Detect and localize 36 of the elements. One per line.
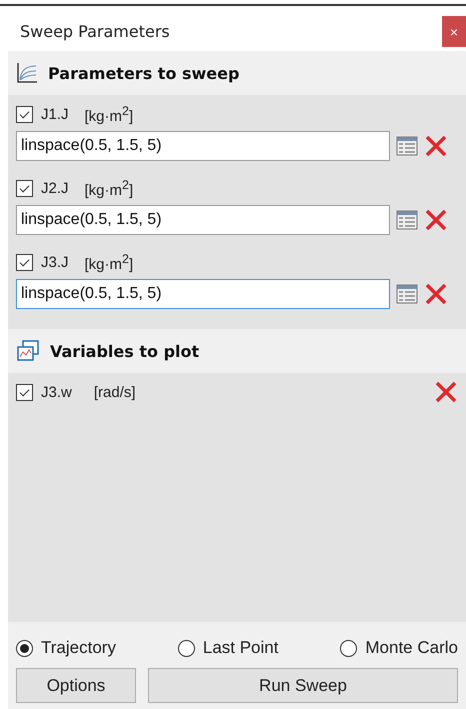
mode-radio[interactable]: Trajectory bbox=[16, 638, 116, 658]
table-icon[interactable] bbox=[396, 284, 418, 304]
value-field[interactable]: linspace(0.5, 1.5, 5) bbox=[16, 205, 390, 235]
variable-name: J3.w bbox=[41, 384, 72, 400]
checkbox[interactable] bbox=[16, 180, 33, 196]
delete-icon[interactable] bbox=[434, 380, 458, 404]
parameter-name: J2.J bbox=[41, 180, 69, 196]
parameter-name: J3.J bbox=[41, 254, 69, 270]
value-field[interactable]: linspace(0.5, 1.5, 5) bbox=[16, 279, 390, 309]
checkbox[interactable] bbox=[16, 106, 33, 122]
radio-circle[interactable] bbox=[16, 640, 33, 656]
parameter-unit: [kg·m$^{2}$] bbox=[84, 252, 134, 272]
chart-curves-icon bbox=[16, 62, 38, 84]
table-icon[interactable] bbox=[396, 210, 418, 230]
checkbox[interactable] bbox=[16, 254, 33, 270]
variable-unit: [rad/s] bbox=[94, 384, 137, 400]
plot-windows-icon bbox=[16, 340, 40, 362]
options-button[interactable]: Options bbox=[16, 668, 136, 703]
window-title: Sweep Parameters bbox=[20, 22, 170, 41]
mode-radio[interactable]: Last Point bbox=[178, 638, 278, 658]
parameter-unit: [kg·m$^{2}$] bbox=[84, 104, 134, 124]
table-icon[interactable] bbox=[396, 136, 418, 156]
radio-circle[interactable] bbox=[178, 640, 195, 656]
close-button[interactable]: × bbox=[442, 16, 466, 47]
mode-radio[interactable]: Monte Carlo bbox=[340, 638, 458, 658]
delete-icon[interactable] bbox=[424, 282, 448, 306]
delete-icon[interactable] bbox=[424, 208, 448, 232]
section-title: Parameters to sweep bbox=[48, 64, 240, 82]
section-title: Variables to plot bbox=[50, 342, 200, 360]
value-field[interactable]: linspace(0.5, 1.5, 5) bbox=[16, 131, 390, 161]
run-button[interactable]: Run Sweep bbox=[148, 668, 458, 703]
parameter-name: J1.J bbox=[41, 106, 69, 122]
checkbox[interactable] bbox=[16, 384, 33, 400]
radio-circle[interactable] bbox=[340, 640, 358, 656]
parameter-unit: [kg·m$^{2}$] bbox=[84, 178, 134, 198]
delete-icon[interactable] bbox=[424, 134, 448, 158]
